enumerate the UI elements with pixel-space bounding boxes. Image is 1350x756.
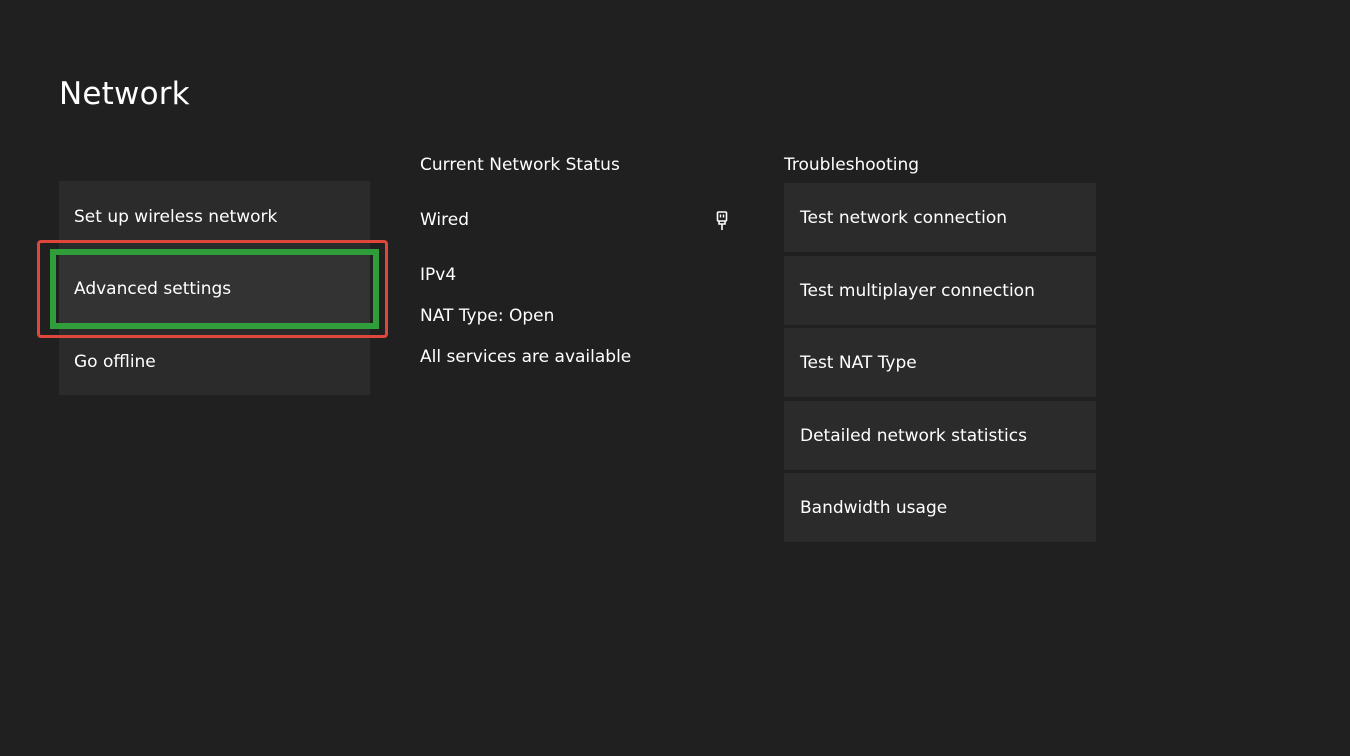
- go-offline-button[interactable]: Go offline: [59, 326, 370, 398]
- services-status: All services are available: [420, 347, 632, 367]
- detailed-network-statistics-button[interactable]: Detailed network statistics: [784, 401, 1096, 470]
- test-network-connection-button[interactable]: Test network connection: [784, 183, 1096, 252]
- troubleshooting-heading: Troubleshooting: [784, 155, 920, 175]
- advanced-settings-button[interactable]: Advanced settings: [59, 253, 370, 325]
- network-status-heading: Current Network Status: [420, 155, 620, 175]
- set-up-wireless-network-button[interactable]: Set up wireless network: [59, 181, 370, 253]
- nat-type: NAT Type: Open: [420, 306, 555, 326]
- test-nat-type-button[interactable]: Test NAT Type: [784, 328, 1096, 397]
- ethernet-plug-icon: [713, 209, 731, 233]
- network-menu: Set up wireless network Advanced setting…: [59, 181, 370, 395]
- page-title: Network: [59, 76, 190, 112]
- connection-type: Wired: [420, 210, 470, 230]
- test-multiplayer-connection-button[interactable]: Test multiplayer connection: [784, 256, 1096, 325]
- bandwidth-usage-button[interactable]: Bandwidth usage: [784, 473, 1096, 542]
- ip-version: IPv4: [420, 265, 457, 285]
